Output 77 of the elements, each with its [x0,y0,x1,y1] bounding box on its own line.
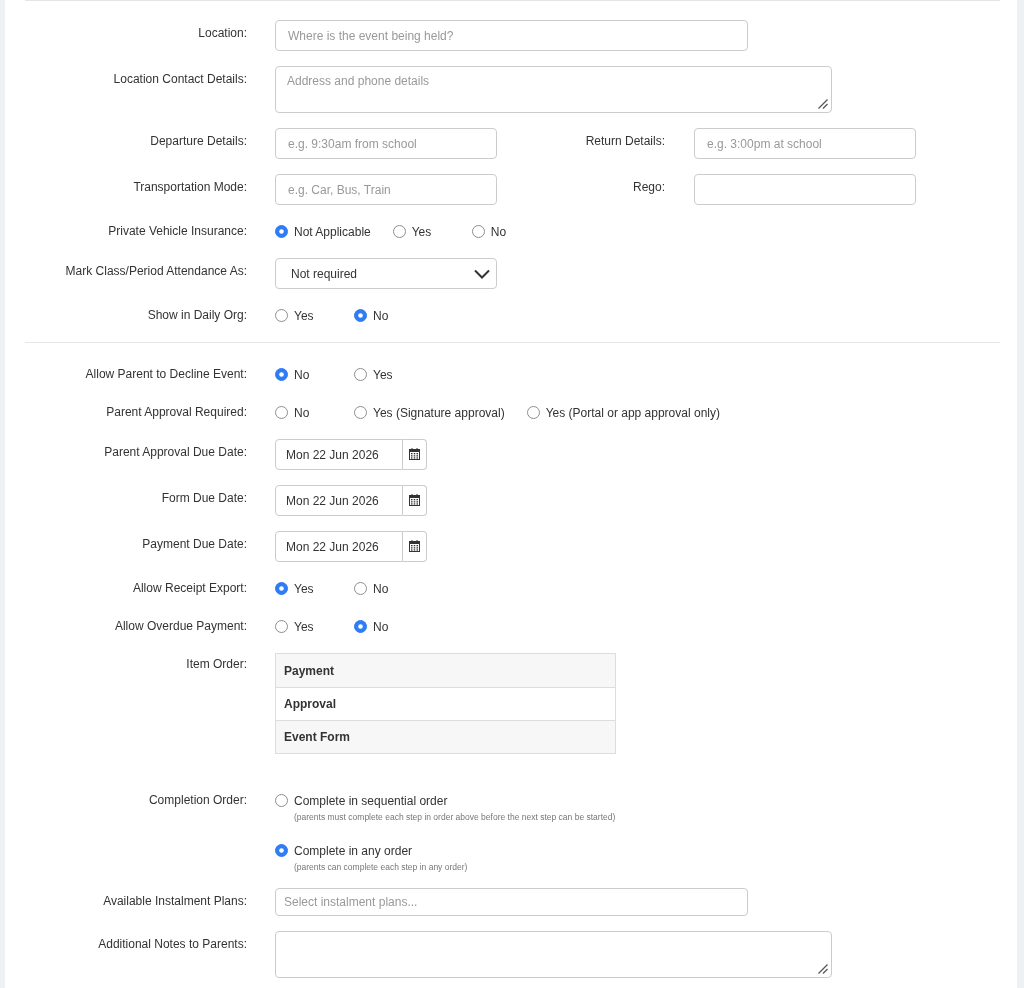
radio-option[interactable]: Yes [275,619,332,634]
radio-icon[interactable] [275,406,288,419]
chevron-down-icon [474,268,490,279]
dropdown[interactable]: Not required [275,258,497,289]
radio-option[interactable]: No [354,619,411,634]
radio-icon[interactable] [354,620,367,633]
field-label: Location: [197,25,247,42]
date-field[interactable]: Mon 22 Jun 2026 [275,439,403,470]
radio-option[interactable]: Yes (Signature approval) [354,405,505,420]
radio-option[interactable]: No [275,367,332,382]
radio-icon[interactable] [275,582,288,595]
radio-option[interactable]: No [354,581,411,596]
radio-option[interactable]: Yes [275,308,332,323]
radio-option[interactable]: Not Applicable [275,224,371,239]
radio-option[interactable]: No [275,405,332,420]
radio-icon[interactable] [275,225,288,238]
radio-icon[interactable] [354,309,367,322]
field-label: Payment Due Date: [141,536,247,553]
radio-icon[interactable] [354,368,367,381]
date-field[interactable]: Mon 22 Jun 2026 [275,531,403,562]
field-label: Rego: [631,179,665,196]
radio-icon[interactable] [275,368,288,381]
field-label: Available Instalment Plans: [102,893,247,910]
date-field[interactable]: Mon 22 Jun 2026 [275,485,403,516]
text-field[interactable]: e.g. 9:30am from school [275,128,497,159]
field-label: Additional Notes to Parents: [97,936,247,953]
text-field[interactable] [694,174,916,205]
resize-grip-icon[interactable] [818,99,828,109]
radio-icon[interactable] [392,225,406,238]
radio-icon[interactable] [526,406,540,419]
radio-option[interactable]: Complete in any order [275,839,413,862]
field-label: Parent Approval Required: [105,404,247,421]
order-list-item[interactable]: Event Form [276,720,615,753]
radio-icon[interactable] [354,406,367,419]
field-label: Departure Details: [149,133,247,150]
calendar-icon [409,493,420,506]
field-label: Form Due Date: [160,490,247,507]
field-label: Allow Overdue Payment: [113,618,247,635]
radio-option[interactable]: Yes [354,367,411,382]
field-label: Allow Receipt Export: [131,580,247,597]
field-label: Transportation Mode: [132,179,247,196]
field-label: Parent Approval Due Date: [103,444,247,461]
radio-icon[interactable] [354,582,367,595]
field-label: Show in Daily Org: [146,307,247,324]
calendar-button[interactable] [403,531,427,562]
field-label: Private Vehicle Insurance: [107,223,247,240]
radio-option[interactable]: Yes [275,581,332,596]
resize-grip-icon[interactable] [818,964,828,974]
field-label: Item Order: [185,656,247,673]
radio-icon[interactable] [471,225,485,238]
field-label: Completion Order: [147,792,247,809]
field-label: Location Contact Details: [112,71,247,88]
radio-option[interactable]: Yes [392,224,450,239]
radio-icon[interactable] [275,844,288,857]
text-field[interactable]: e.g. Car, Bus, Train [275,174,497,205]
order-list-item[interactable]: Payment [276,654,615,687]
calendar-icon [409,447,420,460]
calendar-icon [409,539,420,552]
hint-text: (parents can complete each step in any order) [294,862,468,873]
calendar-button[interactable] [403,485,427,516]
radio-option[interactable]: No [354,308,411,323]
textarea-field[interactable] [275,931,832,978]
text-field[interactable]: Where is the event being held? [275,20,748,51]
field-label: Allow Parent to Decline Event: [84,366,247,383]
radio-icon[interactable] [275,794,288,807]
calendar-button[interactable] [403,439,427,470]
multiselect-field[interactable]: Select instalment plans... [275,888,748,916]
text-field[interactable]: e.g. 3:00pm at school [694,128,916,159]
radio-icon[interactable] [275,309,288,322]
radio-option[interactable]: Yes (Portal or app approval only) [526,405,720,420]
field-label: Return Details: [584,133,665,150]
hint-text: (parents must complete each step in order above before the next step can be started) [294,812,616,823]
field-label: Mark Class/Period Attendance As: [64,263,247,280]
radio-option[interactable]: No [471,224,529,239]
textarea-field[interactable]: Address and phone details [275,66,832,113]
radio-icon[interactable] [275,620,288,633]
radio-option[interactable]: Complete in sequential order [275,789,448,812]
